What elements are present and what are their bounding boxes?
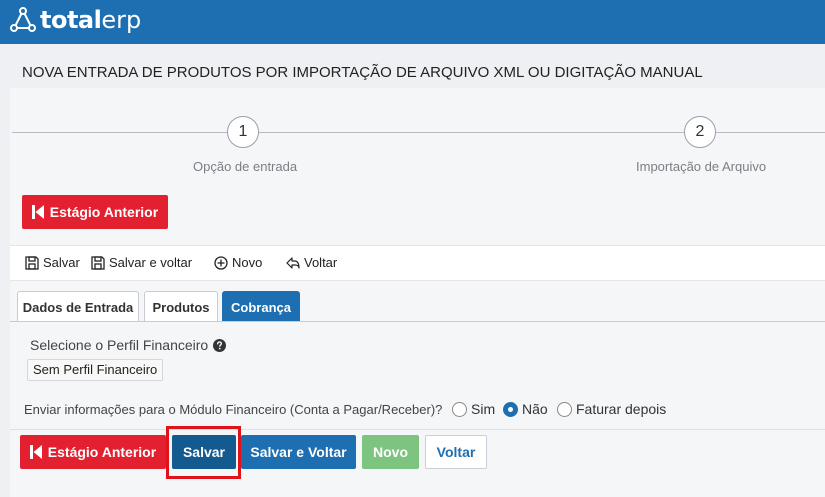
- perfil-financeiro-label: Selecione o Perfil Financeiro: [30, 337, 227, 353]
- toolbar-save[interactable]: Salvar: [25, 255, 80, 270]
- radio-circle[interactable]: [452, 401, 467, 417]
- step-1-label: Opção de entrada: [193, 159, 298, 174]
- skip-previous-icon: [29, 445, 42, 459]
- radio-nao[interactable]: Não: [503, 401, 548, 417]
- toolbar-new[interactable]: Novo: [214, 255, 262, 270]
- floppy-disk-icon: [91, 255, 105, 270]
- form-separator: [10, 429, 825, 430]
- toolbar-back-label: Voltar: [304, 255, 338, 270]
- logo-text-bold: total: [40, 6, 102, 34]
- floppy-disk-icon: [25, 255, 39, 270]
- radio-circle-checked[interactable]: [503, 401, 518, 417]
- radio-faturar-depois[interactable]: Faturar depois: [557, 401, 666, 417]
- toolbar-save-label: Salvar: [43, 255, 80, 270]
- perfil-financeiro-label-text: Selecione o Perfil Financeiro: [30, 337, 209, 353]
- network-logo-icon: [10, 7, 36, 32]
- top-bar: total erp: [0, 0, 825, 44]
- action-toolbar: Salvar Salvar e voltar Novo Voltar: [10, 245, 825, 281]
- new-button[interactable]: Novo: [362, 435, 419, 469]
- perfil-financeiro-select[interactable]: Sem Perfil Financeiro: [27, 359, 164, 381]
- radio-sim[interactable]: Sim: [452, 401, 495, 417]
- tab-dados-de-entrada[interactable]: Dados de Entrada: [17, 291, 139, 322]
- tab-cobranca[interactable]: Cobrança: [222, 291, 300, 322]
- toolbar-new-label: Novo: [232, 255, 263, 270]
- radio-circle[interactable]: [557, 401, 572, 417]
- toolbar-save-and-back[interactable]: Salvar e voltar: [91, 255, 192, 270]
- radio-sim-label: Sim: [471, 401, 496, 417]
- back-arrow-icon: [286, 256, 300, 269]
- previous-stage-button-bottom[interactable]: Estágio Anterior: [20, 435, 166, 469]
- app-logo[interactable]: total erp: [8, 5, 141, 35]
- step-2-label: Importação de Arquivo: [636, 159, 767, 174]
- plus-circle-icon: [214, 255, 228, 270]
- save-button[interactable]: Salvar: [172, 435, 236, 469]
- logo-text-light: erp: [101, 6, 142, 34]
- page-title: NOVA ENTRADA DE PRODUTOS POR IMPORTAÇÃO …: [22, 64, 703, 81]
- toolbar-back[interactable]: Voltar: [286, 255, 337, 270]
- toolbar-save-and-back-label: Salvar e voltar: [109, 255, 193, 270]
- tab-produtos[interactable]: Produtos: [144, 291, 218, 322]
- step-1-circle[interactable]: 1: [227, 116, 259, 148]
- radio-faturar-depois-label: Faturar depois: [576, 401, 667, 417]
- enviar-financeiro-label: Enviar informações para o Módulo Finance…: [24, 402, 443, 417]
- step-2-circle[interactable]: 2: [684, 116, 716, 148]
- skip-previous-icon: [31, 205, 44, 219]
- back-button[interactable]: Voltar: [425, 435, 487, 469]
- radio-nao-label: Não: [522, 401, 548, 417]
- question-circle-icon[interactable]: [213, 338, 227, 352]
- tabs-divider: [10, 321, 825, 322]
- save-and-back-button[interactable]: Salvar e Voltar: [241, 435, 356, 469]
- previous-stage-button-top[interactable]: Estágio Anterior: [22, 195, 168, 229]
- previous-stage-label: Estágio Anterior: [47, 444, 157, 460]
- previous-stage-label: Estágio Anterior: [49, 204, 159, 220]
